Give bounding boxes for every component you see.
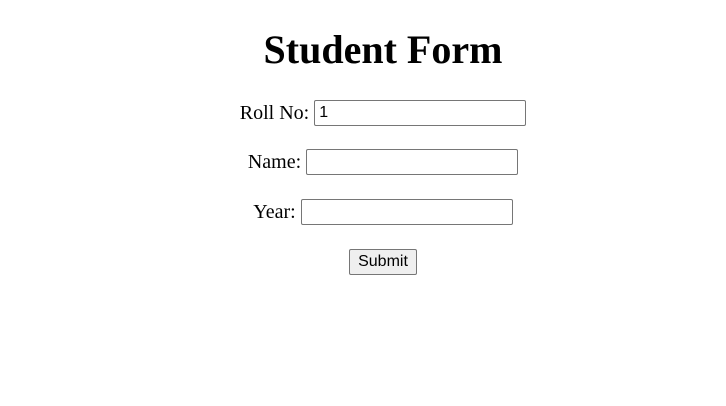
name-row: Name: (0, 148, 726, 176)
year-row: Year: (0, 198, 726, 226)
name-input[interactable] (306, 149, 519, 176)
roll-no-label: Roll No: (239, 102, 310, 125)
submit-button[interactable]: Submit (349, 249, 417, 276)
student-form-page: Student Form Roll No: Name: Year: Submit (0, 0, 726, 406)
submit-row: Submit (0, 248, 726, 276)
name-label: Name: (247, 151, 302, 174)
roll-no-row: Roll No: (0, 99, 726, 127)
roll-no-input[interactable] (314, 100, 527, 127)
page-title: Student Form (263, 27, 503, 72)
year-input[interactable] (300, 199, 513, 226)
year-label: Year: (253, 201, 296, 224)
